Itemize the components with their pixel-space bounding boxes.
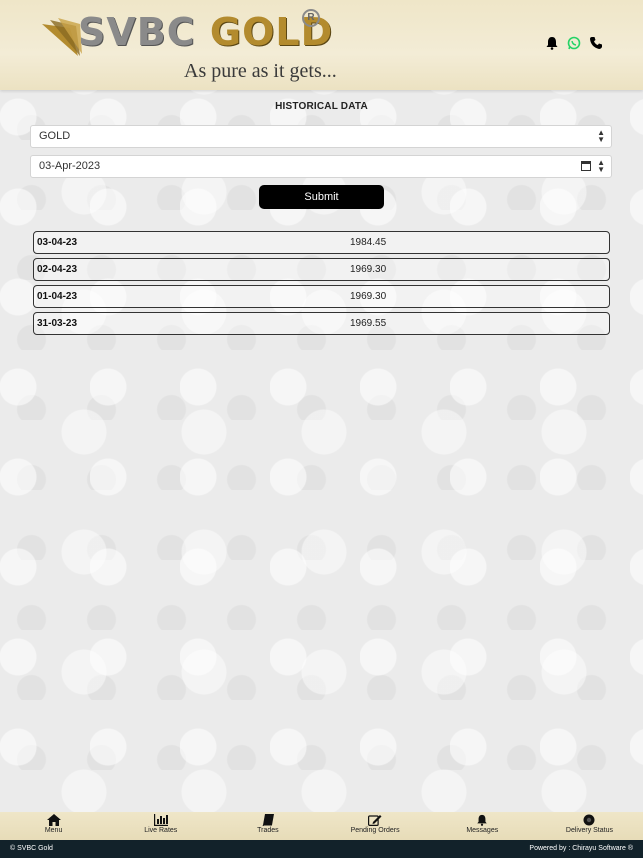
book-icon (262, 814, 274, 826)
row-value: 1984.45 (350, 237, 387, 248)
nav-label: Pending Orders (350, 827, 400, 834)
header-actions (545, 36, 603, 50)
calendar-icon[interactable] (581, 161, 591, 171)
nav-item-messages[interactable]: Messages (429, 812, 536, 840)
home-icon (46, 814, 61, 826)
date-input[interactable]: 03-Apr-2023 ▲ ▼ (30, 155, 612, 178)
bar-chart-icon (153, 814, 168, 826)
commodity-select-value: GOLD (39, 130, 71, 142)
app-header: SVBC GOLD R As pure as it gets... (0, 0, 643, 90)
row-date: 31-03-23 (37, 318, 78, 329)
nav-item-menu[interactable]: Menu (0, 812, 107, 840)
nav-item-trades[interactable]: Trades (214, 812, 321, 840)
row-value: 1969.30 (350, 291, 387, 302)
row-date: 01-04-23 (37, 291, 78, 302)
date-stepper-icon[interactable]: ▲ ▼ (597, 159, 605, 174)
history-row: 02-04-23 1969.30 (33, 258, 610, 281)
row-value: 1969.30 (350, 264, 387, 275)
nav-item-pending-orders[interactable]: Pending Orders (322, 812, 429, 840)
app-footer: © SVBC Gold Powered by : Chirayu Softwar… (0, 840, 643, 858)
row-date: 02-04-23 (37, 264, 78, 275)
history-row: 01-04-23 1969.30 (33, 285, 610, 308)
whatsapp-icon[interactable] (567, 36, 581, 50)
history-row: 31-03-23 1969.55 (33, 312, 610, 335)
nav-label: Messages (466, 827, 499, 834)
nav-label: Live Rates (144, 827, 178, 834)
nav-item-delivery-status[interactable]: Delivery Status (536, 812, 643, 840)
row-date: 03-04-23 (37, 237, 78, 248)
row-value: 1969.55 (350, 318, 387, 329)
footer-powered-by[interactable]: Powered by : Chirayu Software ® (529, 845, 633, 852)
edit-icon (368, 815, 382, 826)
nav-label: Menu (44, 827, 63, 834)
nav-label: Delivery Status (565, 827, 613, 834)
submit-button[interactable]: Submit (259, 185, 384, 209)
brand-tagline: As pure as it gets... (184, 60, 337, 82)
bell-icon[interactable] (545, 36, 559, 50)
history-row: 03-04-23 1984.45 (33, 231, 610, 254)
bell-icon (477, 814, 487, 826)
commodity-select[interactable]: GOLD ▲ ▼ (30, 125, 612, 148)
gear-icon (583, 814, 595, 826)
brand-name: SVBC GOLD (78, 10, 333, 54)
footer-copyright: © SVBC Gold (10, 845, 53, 852)
registered-mark: R (302, 9, 320, 27)
nav-item-live-rates[interactable]: Live Rates (107, 812, 214, 840)
nav-label: Trades (257, 827, 279, 834)
phone-icon[interactable] (589, 36, 603, 50)
select-arrows-icon: ▲ ▼ (597, 128, 605, 144)
bottom-nav: Menu Live Rates Trades Pending Orders Me… (0, 812, 643, 840)
page-title: HISTORICAL DATA (275, 101, 368, 112)
date-input-value: 03-Apr-2023 (39, 160, 101, 172)
brand-main: SVBC (78, 10, 196, 54)
